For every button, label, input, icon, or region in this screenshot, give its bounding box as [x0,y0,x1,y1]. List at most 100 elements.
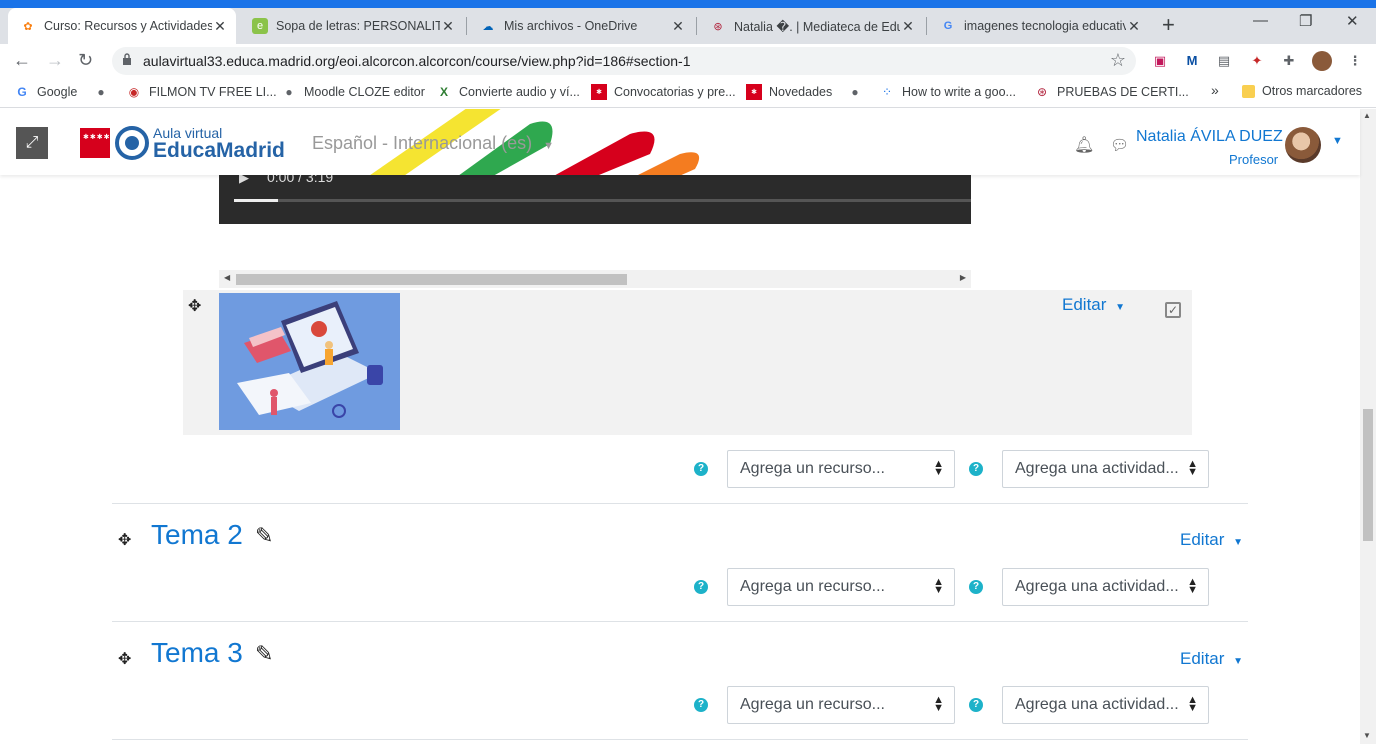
extension-icon[interactable]: ▣ [1151,52,1169,70]
comunidad-madrid-logo[interactable]: ✱✱✱✱✱✱✱ [80,128,130,158]
avatar[interactable] [1285,127,1321,163]
add-activity-select[interactable]: Agrega una actividad... ▲ ▼ [1002,686,1209,724]
apps-icon: ⁘ [881,85,893,99]
bookmark-label: Otros marcadores [1262,84,1363,98]
edit-label: Editar [1180,530,1225,549]
help-icon[interactable]: ? [694,462,708,476]
bookmark-google[interactable]: G Google [14,84,77,100]
user-name[interactable]: Natalia ÁVILA DUEZ [1136,128,1283,146]
close-tab-icon[interactable]: ✕ [212,18,228,35]
close-tab-icon[interactable]: ✕ [440,18,456,35]
educamadrid-emblem [115,126,149,160]
help-icon[interactable]: ? [969,698,983,712]
comunidad-icon: ✱ [746,84,762,100]
select-arrows-icon: ▲ ▼ [933,576,944,596]
scrollbar-thumb[interactable] [1363,409,1373,541]
tab-onedrive[interactable]: ☁ Mis archivos - OneDrive ✕ [468,8,694,44]
close-tab-icon[interactable]: ✕ [900,18,916,35]
close-tab-icon[interactable]: ✕ [1126,18,1142,35]
bookmark-globe[interactable]: ● [93,84,116,100]
extension-icon[interactable]: ✦ [1248,52,1266,70]
move-icon[interactable]: ✥ [188,296,201,316]
bookmark-filmon[interactable]: ◉ FILMON TV FREE LI... [126,84,277,100]
pencil-icon[interactable]: ✎ [255,523,273,549]
help-icon[interactable]: ? [969,580,983,594]
bookmark-globe[interactable]: ● [847,84,870,100]
scroll-down-icon[interactable]: ▼ [1363,731,1371,740]
bookmark-novedades[interactable]: ✱ Novedades [746,84,832,100]
language-selector[interactable]: Español - Internacional (es) ▼ [312,133,554,154]
bookmark-pruebas[interactable]: ⊛ PRUEBAS DE CERTI... [1034,84,1189,100]
select-value: Agrega un recurso... [740,460,885,477]
edit-label: Editar [1180,649,1225,668]
bookmark-star-icon[interactable]: ☆ [1110,50,1126,71]
scroll-left-icon[interactable]: ◀ [224,273,230,282]
move-icon[interactable]: ✥ [118,649,131,669]
url-text: aulavirtual33.educa.madrid.org/eoi.alcor… [143,53,691,69]
chat-icon[interactable]: 💬︎ [1110,136,1129,154]
forward-icon[interactable]: → [46,50,64,70]
add-resource-select[interactable]: Agrega un recurso... ▲ ▼ [727,568,955,606]
add-resource-select[interactable]: Agrega un recurso... ▲ ▼ [727,686,955,724]
bookmark-label: PRUEBAS DE CERTI... [1057,85,1189,99]
logo-title[interactable]: EducaMadrid [153,139,285,163]
bookmark-convocatorias[interactable]: ✱ Convocatorias y pre... [591,84,736,100]
help-icon[interactable]: ? [969,462,983,476]
profile-icon[interactable] [1312,51,1332,71]
browser-toolbar: ← → ↻ aulavirtual33.educa.madrid.org/eoi… [0,44,1376,78]
reload-icon[interactable]: ↻ [78,50,93,70]
horizontal-scrollbar[interactable]: ◀ ▶ [219,270,971,288]
vertical-scrollbar[interactable]: ▲ ▼ [1360,109,1376,744]
tab-mediateca[interactable]: ⊛ Natalia �. | Mediateca de Educ ✕ [698,8,924,44]
section-title[interactable]: Tema 2 [151,519,243,551]
help-icon[interactable]: ? [694,698,708,712]
bookmark-convierte[interactable]: X Convierte audio y ví... [436,84,580,100]
reader-icon[interactable]: ▤ [1215,52,1233,70]
section-edit-menu[interactable]: Editar ▼ [1180,649,1243,669]
select-value: Agrega una actividad... [1015,696,1179,713]
address-bar[interactable]: aulavirtual33.educa.madrid.org/eoi.alcor… [112,47,1136,75]
close-tab-icon[interactable]: ✕ [670,18,686,35]
add-resource-select[interactable]: Agrega un recurso... ▲ ▼ [727,450,955,488]
tab-separator [466,17,467,35]
scrollbar-thumb[interactable] [236,274,627,285]
education-illustration [219,293,400,430]
add-activity-select[interactable]: Agrega una actividad... ▲ ▼ [1002,568,1209,606]
new-tab-button[interactable]: + [1162,14,1175,36]
other-bookmarks-folder[interactable]: Otros marcadores [1242,84,1362,98]
completion-checkbox-icon[interactable]: ✓ [1165,302,1181,318]
move-icon[interactable]: ✥ [118,530,131,550]
section-title[interactable]: Tema 3 [151,637,243,669]
bookmark-label: FILMON TV FREE LI... [149,85,277,99]
bookmark-how-to-write[interactable]: ⁘ How to write a goo... [879,84,1016,100]
chevron-down-icon[interactable]: ▼ [1332,135,1343,147]
restore-icon[interactable]: ❐ [1299,12,1312,30]
back-icon[interactable]: ← [13,50,31,70]
scroll-up-icon[interactable]: ▲ [1363,111,1371,120]
help-icon[interactable]: ? [694,580,708,594]
bookmark-moodle-cloze[interactable]: ● Moodle CLOZE editor [281,84,425,100]
scroll-right-icon[interactable]: ▶ [960,273,966,282]
select-arrows-icon: ▲ ▼ [933,694,944,714]
close-window-icon[interactable]: ✕ [1346,12,1359,30]
minimize-icon[interactable]: — [1253,12,1268,29]
tab-curso[interactable]: ✿ Curso: Recursos y Actividades ✕ [8,8,236,44]
tab-google[interactable]: G imagenes tecnologia educativa ✕ [928,8,1150,44]
add-activity-select[interactable]: Agrega una actividad... ▲ ▼ [1002,450,1209,488]
onedrive-icon: ☁ [482,20,494,33]
extension-icon[interactable]: M [1183,52,1201,70]
menu-kebab-icon[interactable]: ⋮ [1346,52,1364,70]
section-edit-menu[interactable]: Editar ▼ [1180,530,1243,550]
pencil-icon[interactable]: ✎ [255,641,273,667]
puzzle-icon[interactable]: ✚ [1280,52,1298,70]
activity-edit-menu[interactable]: Editar ▼ [1062,295,1125,315]
video-progress-bar[interactable] [234,199,971,202]
google-icon: G [17,85,27,99]
bookmarks-overflow-button[interactable]: » [1211,82,1219,98]
bell-icon[interactable]: 🔔︎ [1074,135,1094,155]
expand-icon[interactable]: ⤢ [16,127,48,159]
language-label: Español - Internacional (es) [312,133,533,153]
educaplay-icon: e [252,18,268,34]
tab-sopa[interactable]: e Sopa de letras: PERSONALITY A ✕ [240,8,464,44]
google-icon: G [943,20,953,32]
